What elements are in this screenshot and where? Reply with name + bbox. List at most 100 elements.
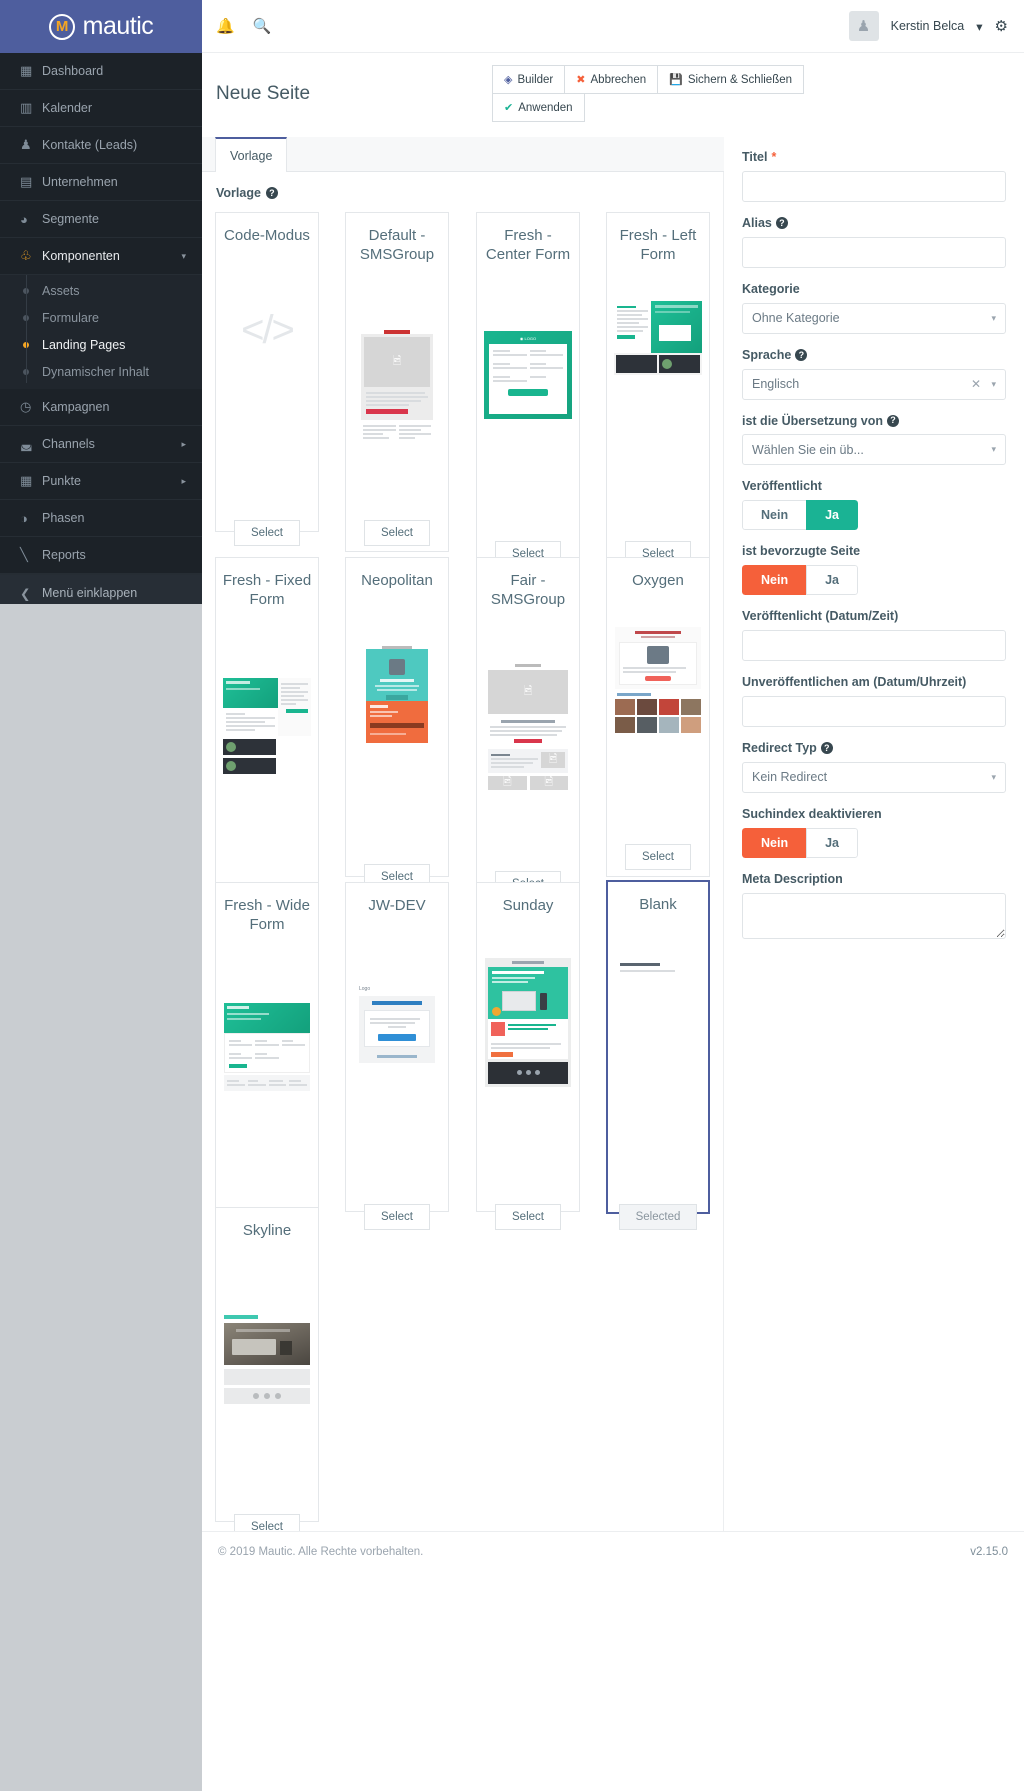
help-icon[interactable]: ? — [265, 187, 278, 199]
sidebar-item-dynamischer-inhalt[interactable]: Dynamischer Inhalt — [0, 358, 202, 385]
sidebar-item-formulare[interactable]: Formulare — [0, 304, 202, 331]
template-select-button[interactable]: Select — [625, 844, 691, 870]
tab-vorlage[interactable]: Vorlage — [215, 137, 288, 172]
template-card[interactable]: Fresh - Left Form — [606, 212, 710, 572]
vorlage-section-label: Vorlage ? — [202, 172, 723, 200]
field-group-veroeffentlicht: Veröffentlicht Nein Ja — [742, 478, 1006, 531]
template-thumbnail — [608, 915, 708, 1115]
suchindex-nein-button[interactable]: Nein — [742, 827, 808, 858]
search-icon[interactable]: 🔍 — [253, 17, 272, 35]
version-label: v2.15.0 — [970, 1546, 1008, 1558]
template-select-button[interactable]: Select — [364, 1204, 430, 1230]
redirect-select[interactable]: Kein Redirect ▾ — [742, 761, 1006, 793]
sidebar-item-label: Komponenten — [42, 249, 120, 263]
sidebar-item-dashboard[interactable]: ▦ Dashboard — [0, 53, 202, 90]
suchindex-label-text: Suchindex deaktivieren — [742, 806, 882, 821]
sidebar-subitem-label: Landing Pages — [42, 337, 126, 352]
help-icon[interactable]: ? — [887, 414, 899, 427]
help-icon[interactable]: ? — [775, 217, 788, 230]
sidebar-item-channels[interactable]: ◛ Channels ▸ — [0, 426, 202, 463]
uebersetzung-value: Wählen Sie ein üb... — [752, 442, 864, 457]
field-group-uebersetzung: ist die Übersetzung von ? Wählen Sie ein… — [742, 413, 1006, 466]
template-thumbnail — [607, 591, 709, 771]
template-card-selected[interactable]: Blank — [606, 880, 710, 1214]
uebersetzung-select[interactable]: Wählen Sie ein üb... ▾ — [742, 434, 1006, 466]
bell-icon[interactable]: 🔔 — [216, 17, 235, 35]
builder-button[interactable]: ◈ Builder — [492, 65, 566, 94]
cancel-button[interactable]: ✖ Abbrechen — [564, 65, 659, 94]
page-title: Neue Seite — [216, 83, 311, 104]
chevron-right-icon[interactable]: ▸ — [181, 476, 186, 487]
template-card-title: Fresh - Left Form — [619, 227, 697, 263]
user-name-label[interactable]: Kerstin Belca — [891, 19, 965, 33]
calendar-icon: ▥ — [20, 100, 33, 115]
template-select-button[interactable]: Select — [364, 520, 430, 546]
sidebar-item-komponenten[interactable]: ♧ Komponenten ▾ — [0, 238, 202, 275]
suchindex-ja-button[interactable]: Ja — [806, 827, 858, 858]
publish-date-input[interactable] — [742, 630, 1006, 661]
chevron-down-icon[interactable]: ▾ — [976, 19, 982, 34]
meta-description-label-text: Meta Description — [742, 871, 843, 886]
save-and-close-button[interactable]: 💾 Sichern & Schließen — [657, 65, 805, 94]
sidebar-item-label: Kampagnen — [42, 400, 110, 414]
sprache-select[interactable]: Englisch ✕ ▾ — [742, 368, 1006, 400]
apply-button[interactable]: ✔ Anwenden — [492, 93, 585, 122]
footer-inner: © 2019 Mautic. Alle Rechte vorbehalten. … — [202, 1532, 1024, 1558]
chevron-down-icon[interactable]: ▾ — [181, 251, 186, 262]
field-group-sprache: Sprache ? Englisch ✕ ▾ — [742, 347, 1006, 400]
sidebar-item-kampagnen[interactable]: ◷ Kampagnen — [0, 389, 202, 426]
alias-input[interactable] — [742, 236, 1006, 268]
sidebar-item-landing-pages[interactable]: Landing Pages — [0, 331, 202, 358]
template-select-wrap: Select — [215, 1514, 319, 1531]
clear-icon[interactable]: ✕ — [971, 377, 981, 391]
template-card[interactable]: Default - SMSGroup — [345, 212, 449, 552]
help-icon[interactable]: ? — [820, 742, 833, 755]
bevorzugte-ja-button[interactable]: Ja — [806, 565, 858, 596]
template-card[interactable]: Code-Modus </> — [215, 212, 319, 532]
veroeffentlicht-nein-button[interactable]: Nein — [742, 500, 808, 531]
redirect-label-text: Redirect Typ — [742, 740, 817, 755]
sidebar-item-reports[interactable]: ╲ Reports — [0, 537, 202, 574]
template-select-button[interactable]: Select — [234, 1514, 300, 1531]
chevron-down-icon: ▾ — [991, 444, 996, 455]
sidebar-item-unternehmen[interactable]: ▤ Unternehmen — [0, 164, 202, 201]
template-card[interactable]: Oxygen — [606, 557, 710, 877]
template-card[interactable]: Fresh - Fixed Form — [215, 557, 319, 897]
template-card[interactable]: Sunday — [476, 882, 580, 1212]
help-icon[interactable]: ? — [795, 349, 808, 362]
titel-input[interactable] — [742, 170, 1006, 202]
sidebar-item-kalender[interactable]: ▥ Kalender — [0, 90, 202, 127]
veroeffentlicht-ja-button[interactable]: Ja — [806, 500, 858, 531]
right-form-panel: Titel * Alias ? Kategorie Ohne Kategorie… — [724, 137, 1024, 1531]
template-select-button[interactable]: Select — [495, 1204, 561, 1230]
meta-description-textarea[interactable] — [742, 892, 1006, 939]
sidebar-item-punkte[interactable]: ▦ Punkte ▸ — [0, 463, 202, 500]
sidebar-item-segmente[interactable]: ◕ Segmente — [0, 201, 202, 238]
template-card[interactable]: Fresh - Wide Form — [215, 882, 319, 1217]
sidebar-item-phasen[interactable]: ◑ Phasen — [0, 500, 202, 537]
sidebar-item-kontakte[interactable]: ♟ Kontakte (Leads) — [0, 127, 202, 164]
template-thumbnail: Logo — [346, 916, 448, 1116]
gear-icon[interactable]: ⚙ — [995, 17, 1008, 35]
template-card[interactable]: Neopolitan — [345, 557, 449, 877]
template-card[interactable]: Fair - SMSGroup — [476, 557, 580, 902]
template-select-button[interactable]: Select — [234, 520, 300, 546]
chevron-right-icon[interactable]: ▸ — [181, 439, 186, 450]
bevorzugte-nein-button[interactable]: Nein — [742, 565, 808, 596]
thumb-blank — [620, 962, 696, 974]
check-icon: ✔ — [504, 102, 514, 114]
template-card[interactable]: JW-DEV Logo — [345, 882, 449, 1212]
avatar: ♟ — [848, 11, 879, 41]
brand-logo-area[interactable]: M mautic — [0, 0, 202, 53]
thumb-fresh-left — [614, 300, 702, 375]
kategorie-select[interactable]: Ohne Kategorie ▾ — [742, 302, 1006, 334]
unpublish-date-input[interactable] — [742, 695, 1006, 727]
template-card[interactable]: Skyline — [215, 1207, 319, 1522]
thumb-sunday — [485, 957, 571, 1087]
template-card[interactable]: Fresh - Center Form ◉ LOGO — [476, 212, 580, 572]
sidebar-item-label: Dashboard — [42, 64, 104, 78]
sidebar-item-label: Kontakte (Leads) — [42, 138, 138, 152]
sidebar-item-label: Phasen — [42, 511, 85, 525]
template-select-wrap: Select — [345, 520, 449, 546]
sidebar-item-assets[interactable]: Assets — [0, 277, 202, 304]
